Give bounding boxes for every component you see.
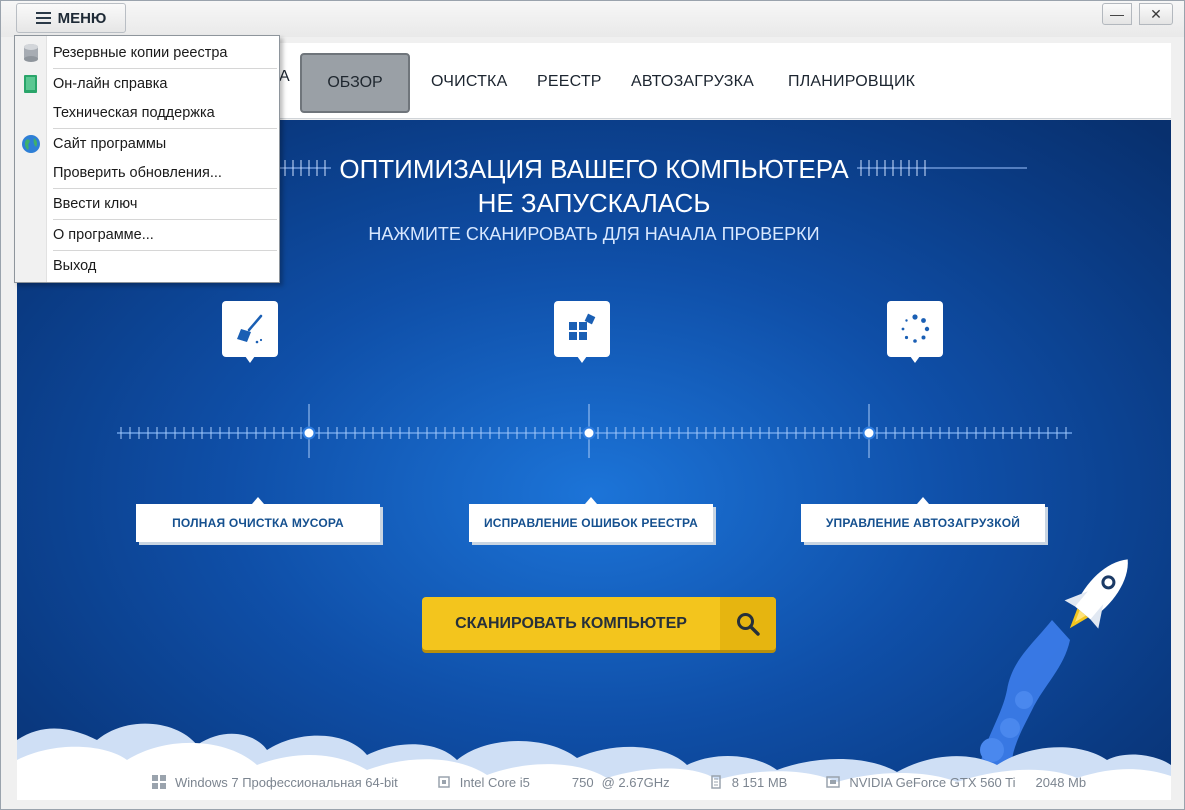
tab-autostart[interactable]: АВТОЗАГРУЗКА <box>631 73 754 91</box>
menu-item-exit[interactable]: Выход <box>15 251 281 281</box>
memory-icon <box>708 774 724 790</box>
menu-item-label: Резервные копии реестра <box>53 45 228 61</box>
feature-label-cleanup: ПОЛНАЯ ОЧИСТКА МУСОРА <box>136 497 380 542</box>
scan-computer-button[interactable]: СКАНИРОВАТЬ КОМПЬЮТЕР <box>422 597 776 650</box>
gpu-info: NVIDIA GeForce GTX 560 Ti <box>849 774 1016 790</box>
search-icon <box>720 597 776 650</box>
menu-item-empty-icon <box>15 220 47 250</box>
progress-timeline <box>117 404 1072 458</box>
menu-item-registry-backups[interactable]: Резервные копии реестра <box>15 38 281 68</box>
ram-info: 8 151 MB <box>731 774 788 790</box>
feature-label-registry: ИСПРАВЛЕНИЕ ОШИБОК РЕЕСТРА <box>469 497 713 542</box>
cpu-info: Intel Core i5 <box>459 774 530 790</box>
menu-item-program-site[interactable]: Сайт программы <box>15 129 281 159</box>
main-menu-dropdown: Резервные копии реестра Он-лайн справка … <box>14 35 280 283</box>
close-button[interactable]: ✕ <box>1139 3 1173 25</box>
menu-button-label: МЕНЮ <box>57 9 107 27</box>
cpu-frequency: @ 2.67GHz <box>601 774 670 790</box>
feature-label-autostart: УПРАВЛЕНИЕ АВТОЗАГРУЗКОЙ <box>801 497 1045 542</box>
menu-item-label: Проверить обновления... <box>53 165 222 181</box>
menu-item-empty-icon <box>15 158 47 188</box>
menu-item-empty-icon <box>15 189 47 219</box>
menu-item-label: Ввести ключ <box>53 196 138 212</box>
book-icon <box>15 69 47 99</box>
menu-item-label: Сайт программы <box>53 136 167 152</box>
menu-item-label: Выход <box>53 258 97 274</box>
feature-label-autostart-text: УПРАВЛЕНИЕ АВТОЗАГРУЗКОЙ <box>825 516 1021 530</box>
menu-item-about[interactable]: О программе... <box>15 220 281 250</box>
menu-item-empty-icon <box>15 251 47 281</box>
app-window: МЕНЮ — ✕ А ОБЗОР ОЧИСТКА РЕЕСТР АВТОЗАГР… <box>0 0 1185 810</box>
broom-icon <box>222 301 278 363</box>
cpu-model: 750 <box>571 774 594 790</box>
timeline-node-cleanup <box>302 426 316 440</box>
menu-item-label: Техническая поддержка <box>53 105 215 121</box>
minimize-button[interactable]: — <box>1102 3 1132 25</box>
title-bar: МЕНЮ — ✕ <box>1 1 1184 37</box>
menu-item-label: О программе... <box>53 227 154 243</box>
globe-icon <box>15 129 47 159</box>
tab-overview[interactable]: ОБЗОР <box>300 53 410 113</box>
close-icon: ✕ <box>1150 5 1162 22</box>
registry-blocks-icon <box>554 301 610 363</box>
menu-item-label: Он-лайн справка <box>53 76 168 92</box>
hamburger-icon <box>35 12 51 24</box>
minimize-icon: — <box>1110 6 1124 22</box>
tab-registry[interactable]: РЕЕСТР <box>537 73 602 91</box>
menu-item-empty-icon <box>15 98 47 128</box>
tab-scheduler[interactable]: ПЛАНИРОВЩИК <box>788 73 915 91</box>
gpu-icon <box>825 774 841 790</box>
system-info-bar: Windows 7 Профессиональная 64-bit Intel … <box>151 768 1086 796</box>
menu-item-check-updates[interactable]: Проверить обновления... <box>15 158 281 188</box>
timeline-node-autostart <box>862 426 876 440</box>
feature-label-registry-text: ИСПРАВЛЕНИЕ ОШИБОК РЕЕСТРА <box>483 516 699 530</box>
dotted-circle-icon <box>887 301 943 363</box>
tab-cleanup[interactable]: ОЧИСТКА <box>431 73 507 91</box>
menu-item-enter-key[interactable]: Ввести ключ <box>15 189 281 219</box>
os-info: Windows 7 Профессиональная 64-bit <box>175 774 398 790</box>
menu-item-online-help[interactable]: Он-лайн справка <box>15 69 281 99</box>
feature-label-cleanup-text: ПОЛНАЯ ОЧИСТКА МУСОРА <box>172 516 344 530</box>
scan-computer-label: СКАНИРОВАТЬ КОМПЬЮТЕР <box>455 614 687 632</box>
cpu-icon <box>436 774 452 790</box>
menu-item-tech-support[interactable]: Техническая поддержка <box>15 98 281 128</box>
timeline-node-registry <box>582 426 596 440</box>
menu-button[interactable]: МЕНЮ <box>16 3 126 33</box>
database-icon <box>15 38 47 68</box>
vram-info: 2048 Mb <box>1035 774 1087 790</box>
tab-overview-label: ОБЗОР <box>327 74 383 91</box>
windows-logo-icon <box>151 774 167 790</box>
